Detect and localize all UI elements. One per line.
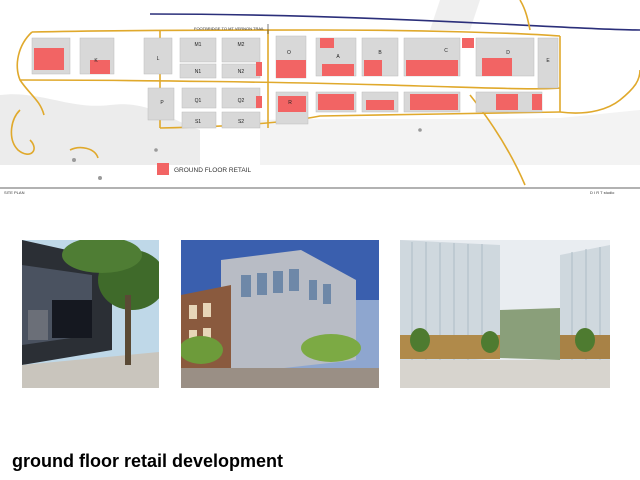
glass-courtyard-rendering-photo <box>400 240 610 388</box>
block-label-d: D <box>506 50 510 56</box>
block-label-m2: M2 <box>238 42 245 48</box>
block-label-r: R <box>288 100 292 106</box>
block-label-s2: S2 <box>238 119 244 125</box>
footbridge-label: FOOTBRIDGE TO MT VERNON TRAIL <box>194 26 265 31</box>
block-label-c: C <box>444 48 448 54</box>
site-plan-title: SITE PLAN <box>4 190 25 195</box>
street-retail-arcade-photo <box>22 240 159 388</box>
block-label-n1: N1 <box>195 69 202 75</box>
legend-label: GROUND FLOOR RETAIL <box>174 167 252 174</box>
block-label-q1: Q1 <box>195 98 202 104</box>
corner-retail-building-photo <box>181 240 379 388</box>
block-label-n2: N2 <box>238 69 245 75</box>
block-label-o: O <box>287 50 291 56</box>
block-label-q2: Q2 <box>238 98 245 104</box>
legend-swatch-retail <box>157 163 169 175</box>
caption: ground floor retail development <box>12 451 284 471</box>
block-label-l: L <box>157 56 160 62</box>
block-label-s1: S1 <box>195 119 201 125</box>
site-plan-map: K L M1 M2 N1 N2 O A B C D E P Q1 Q2 R S1… <box>0 0 640 200</box>
studio-credit: D I R T studio <box>590 190 615 195</box>
block-label-m1: M1 <box>195 42 202 48</box>
